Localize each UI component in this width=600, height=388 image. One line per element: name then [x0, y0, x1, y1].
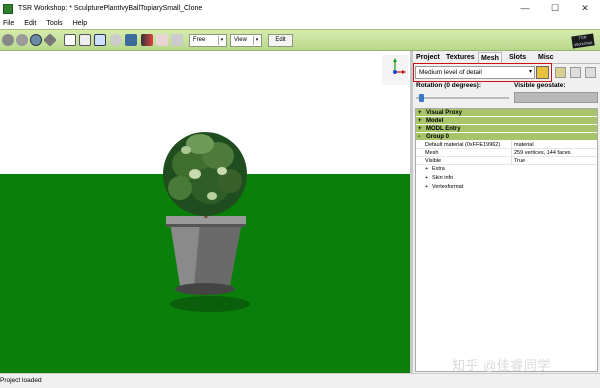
expand-icon[interactable]: +: [425, 165, 432, 174]
section-group-0[interactable]: - Group 0: [416, 133, 597, 141]
tree-node-skin-info[interactable]: + Skin info: [416, 174, 597, 183]
section-modl-entry[interactable]: + MODL Entry: [416, 125, 597, 133]
copy-icon[interactable]: [570, 67, 581, 78]
chevron-down-icon: ▾: [253, 36, 260, 45]
edit-button[interactable]: Edit: [268, 34, 293, 47]
menu-file[interactable]: File: [0, 20, 21, 27]
shading-textured-icon[interactable]: [30, 34, 42, 46]
minimize-button[interactable]: —: [510, 0, 540, 17]
shading-flat-icon[interactable]: [16, 34, 28, 46]
tab-slots[interactable]: Slots: [507, 52, 528, 63]
lod-import-button[interactable]: [536, 66, 549, 79]
section-visual-proxy[interactable]: + Visual Proxy: [416, 109, 597, 117]
slider-thumb[interactable]: [419, 94, 424, 102]
tab-misc[interactable]: Misc: [536, 52, 556, 63]
slider-track: [416, 97, 509, 99]
light-icon[interactable]: [110, 34, 122, 46]
tree-node-extra[interactable]: + Extra: [416, 165, 597, 174]
camera-mode-dropdown[interactable]: Free ▾: [189, 34, 227, 47]
lod-select-value: Medium level of detail: [419, 69, 482, 76]
chevron-down-icon: ▾: [528, 69, 532, 75]
section-label: Model: [426, 118, 444, 124]
section-label: Group 0: [426, 134, 450, 140]
status-text: Project loaded: [0, 377, 42, 384]
property-key: Mesh: [425, 150, 439, 156]
expand-icon[interactable]: +: [418, 109, 426, 116]
tab-textures[interactable]: Textures: [444, 52, 477, 63]
expand-icon[interactable]: +: [418, 117, 426, 124]
property-key: Visible: [425, 158, 442, 164]
table-icon[interactable]: [79, 34, 91, 46]
rotation-slider[interactable]: [416, 94, 509, 102]
property-value: material: [511, 141, 597, 148]
3d-viewport[interactable]: [0, 51, 410, 373]
watermark: 知乎 @佳睿同学: [452, 358, 551, 373]
tab-mesh[interactable]: Mesh: [478, 52, 502, 63]
wireframe-icon[interactable]: [43, 33, 57, 47]
shading-solid-icon[interactable]: [2, 34, 14, 46]
paint-icon[interactable]: [171, 34, 183, 46]
property-value: True: [511, 157, 597, 164]
image-icon[interactable]: [125, 34, 137, 46]
menu-bar: File Edit Tools Help: [0, 17, 600, 29]
tree-node-label: Extra: [432, 166, 445, 172]
chevron-down-icon: ▾: [218, 36, 225, 45]
menu-tools[interactable]: Tools: [43, 20, 69, 27]
lod-select[interactable]: Medium level of detail ▾: [415, 66, 535, 79]
property-row[interactable]: Visible True: [416, 157, 597, 165]
export-icon[interactable]: [555, 67, 566, 78]
property-tree: + Visual Proxy + Model + MODL Entry - Group …: [415, 108, 598, 372]
camera-mode-value: Free: [193, 37, 206, 43]
expand-icon[interactable]: +: [425, 174, 432, 183]
visible-geostate-select[interactable]: [514, 92, 598, 103]
menu-help[interactable]: Help: [70, 20, 94, 27]
visible-geostate-label: Visible geostate:: [514, 82, 566, 89]
collapse-icon[interactable]: -: [418, 133, 426, 140]
title-bar: TSR Workshop: * SculpturePlantIvyBallTop…: [0, 0, 600, 17]
section-model[interactable]: + Model: [416, 117, 597, 125]
expand-icon[interactable]: +: [425, 183, 432, 192]
view-value: View: [234, 37, 247, 43]
app-icon: [3, 3, 13, 14]
menu-edit[interactable]: Edit: [21, 20, 43, 27]
tools-icon[interactable]: [585, 67, 596, 78]
property-row[interactable]: Default material (0xFFE19962) material: [416, 141, 597, 149]
rotation-label: Rotation (0 degrees):: [416, 82, 482, 89]
tree-node-vertexformat[interactable]: + Vertexformat: [416, 183, 597, 192]
expand-icon[interactable]: +: [418, 125, 426, 132]
section-label: Visual Proxy: [426, 110, 462, 116]
axis-gizmo-icon: [382, 55, 408, 85]
tab-project[interactable]: Project: [414, 52, 442, 63]
properties-panel: Project Textures Mesh Slots Misc Medium …: [413, 51, 600, 373]
tsr-logo: TSR Workshop: [571, 33, 595, 49]
shoe-icon[interactable]: [156, 34, 168, 46]
property-row[interactable]: Mesh 259 vertices, 144 faces: [416, 149, 597, 157]
close-button[interactable]: ✕: [570, 0, 600, 17]
window-title: TSR Workshop: * SculpturePlantIvyBallTop…: [18, 5, 203, 12]
section-label: MODL Entry: [426, 126, 461, 132]
topiary-plant-model: [163, 132, 250, 312]
brush-icon[interactable]: [94, 34, 106, 46]
texture-icon[interactable]: [141, 34, 153, 46]
tree-node-label: Vertexformat: [432, 184, 464, 190]
toolbar: Free ▾ View ▾ Edit TSR Workshop: [0, 29, 600, 51]
property-value: 259 vertices, 144 faces: [511, 149, 597, 156]
tree-node-label: Skin info: [432, 175, 454, 181]
status-bar: Project loaded: [0, 373, 600, 388]
grid-icon[interactable]: [64, 34, 76, 46]
maximize-button[interactable]: ☐: [540, 0, 570, 17]
property-key: Default material (0xFFE19962): [425, 142, 501, 148]
view-dropdown[interactable]: View ▾: [230, 34, 262, 47]
